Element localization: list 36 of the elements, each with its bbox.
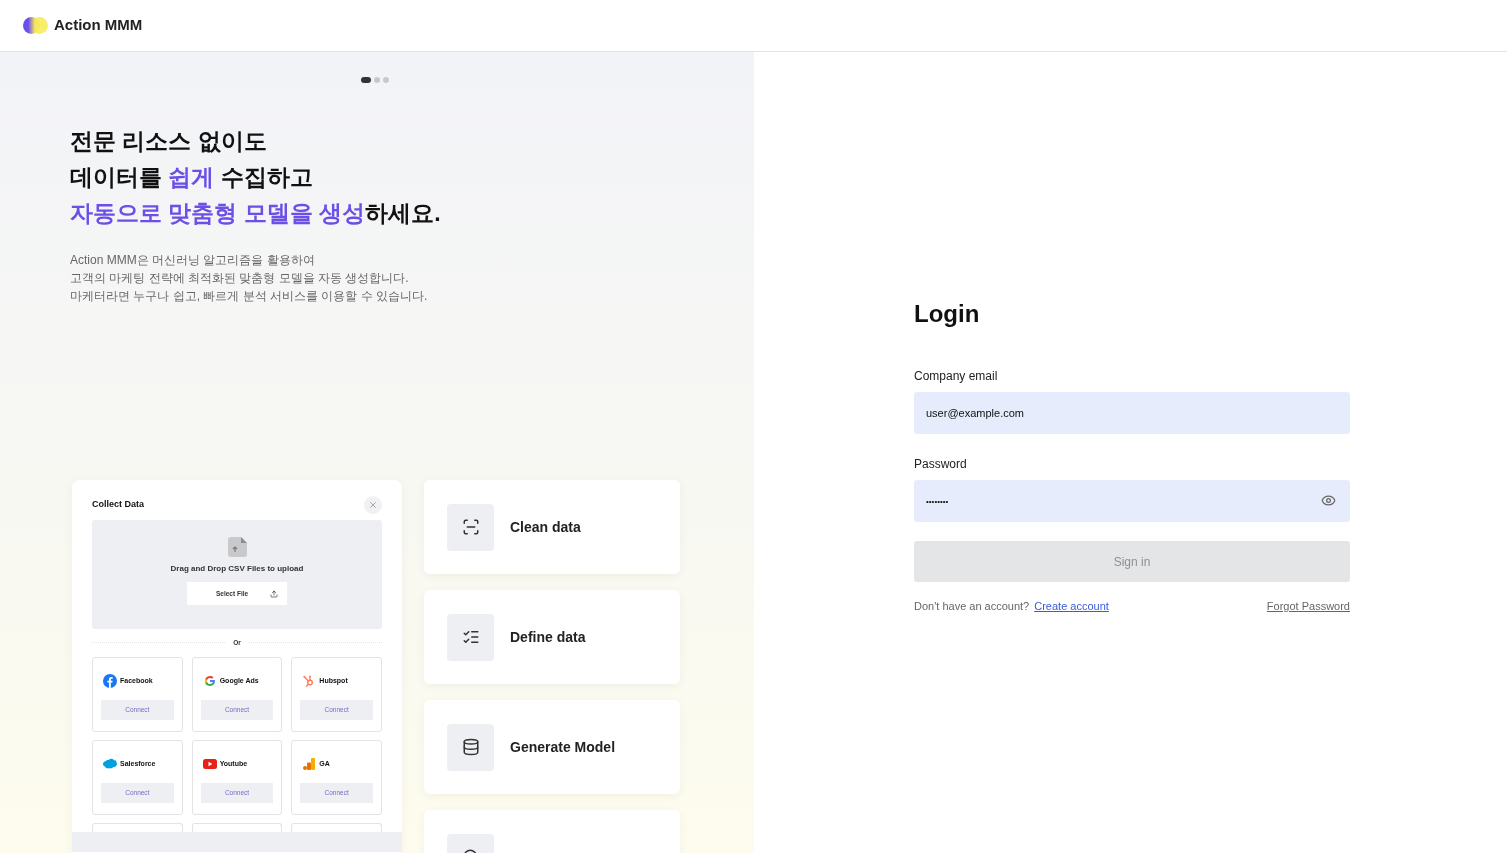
account-prompt: Don't have an account? bbox=[914, 599, 1030, 614]
create-account-link[interactable]: Create account bbox=[1034, 598, 1109, 615]
headline-text: 전문 리소스 없이도 bbox=[70, 127, 267, 156]
card-title: Collect Data bbox=[92, 498, 144, 512]
description-text: 마케터라면 누구나 쉽고, 빠르게 분석 서비스를 이용할 수 있습니다. bbox=[70, 288, 429, 305]
step-label: Generate Model bbox=[510, 737, 616, 757]
email-label: Company email bbox=[914, 368, 999, 385]
forgot-password-link[interactable]: Forgot Password bbox=[1266, 598, 1350, 615]
headline-text: 데이터를 bbox=[70, 163, 163, 192]
bar-logo-icon bbox=[303, 757, 316, 770]
upload-icon bbox=[270, 589, 278, 598]
file-upload-icon bbox=[227, 537, 247, 557]
close-button[interactable] bbox=[364, 496, 382, 514]
login-title: Login bbox=[914, 299, 981, 329]
brand-name: Action MMM bbox=[54, 15, 143, 36]
play-logo-icon bbox=[202, 758, 217, 769]
headline-text: 수집하고 bbox=[219, 163, 313, 192]
description-text: 고객의 마케팅 전략에 최적화된 맞춤형 모델을 자동 생성합니다. bbox=[70, 270, 410, 287]
password-input[interactable]: •••••••• bbox=[914, 480, 1350, 522]
headline-text: 쉽게 bbox=[168, 163, 215, 192]
step-label: Clean data bbox=[510, 517, 581, 537]
facebook-logo-icon bbox=[103, 673, 117, 688]
headline-text: 자동으로 맞춤형 모델을 생성 bbox=[70, 199, 366, 228]
database-icon bbox=[461, 738, 480, 756]
email-input[interactable]: user@example.com bbox=[914, 392, 1350, 434]
logo-icon bbox=[23, 17, 48, 34]
checklist-icon bbox=[461, 628, 480, 646]
cloud-logo-icon bbox=[103, 758, 117, 770]
eye-icon[interactable] bbox=[1321, 493, 1336, 508]
password-label: Password bbox=[914, 456, 968, 473]
drop-text: Drag and Drop CSV Files to upload bbox=[170, 563, 304, 575]
headline-text: 하세요. bbox=[365, 199, 441, 228]
close-icon bbox=[368, 500, 378, 510]
step-label: Define data bbox=[510, 627, 586, 647]
google-logo-icon bbox=[202, 673, 217, 688]
description-text: Action MMM은 머신러닝 알고리즘을 활용하여 bbox=[70, 252, 316, 269]
